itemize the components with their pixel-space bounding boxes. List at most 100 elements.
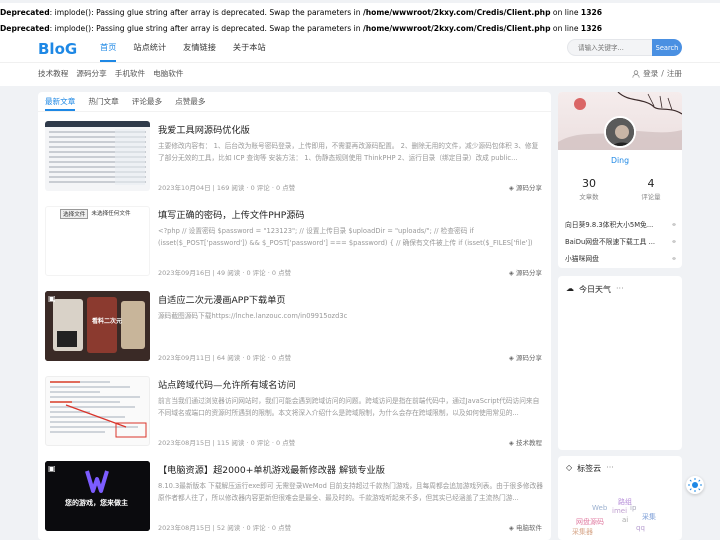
post-category[interactable]: ◈ 源码分享 — [509, 267, 542, 277]
nav-friend-links[interactable]: 友情链接 — [183, 34, 216, 62]
auth-separator: / — [661, 69, 664, 78]
subnav-pc-software[interactable]: 电脑软件 — [153, 63, 183, 85]
tag-item[interactable]: ip — [630, 504, 636, 512]
tag-item[interactable]: qq — [636, 524, 645, 532]
post-title[interactable]: 【电脑资源】超2000+单机游戏最新修改器 解锁专业版 — [158, 462, 385, 476]
subnav-tutorials[interactable]: 技术教程 — [38, 63, 68, 85]
post-tabs: 最新文章 热门文章 评论最多 点赞最多 — [38, 92, 551, 112]
post-item[interactable]: ▣ 看料二次元 自适应二次元漫画APP下载单页 源码截图源码下载https://… — [38, 291, 551, 376]
sidebar-link[interactable]: 小猫咪网盘 ⚭ — [565, 251, 677, 268]
post-thumbnail[interactable] — [45, 376, 150, 446]
post-list-panel: 最新文章 热门文章 评论最多 点赞最多 我爱工具网源码优化版 主要修改内容有： … — [38, 92, 551, 540]
tag-item[interactable]: 采集器 — [572, 527, 593, 537]
tag-item[interactable]: Web — [592, 504, 607, 512]
category-icon: ◈ — [508, 524, 516, 532]
tag-item[interactable]: ai — [622, 516, 628, 524]
weather-title: 今日天气 — [579, 285, 611, 294]
post-title[interactable]: 自适应二次元漫画APP下载单页 — [158, 292, 286, 306]
tag-item[interactable]: imei — [612, 507, 627, 515]
tag-icon: ◇ — [566, 463, 573, 472]
sidebar-link[interactable]: BaiDu网盘不限速下载工具 ... ⚭ — [565, 234, 677, 251]
post-meta: 2023年09月16日 | 49 阅读 · 0 评论 · 0 点赞 — [158, 269, 292, 277]
tab-latest[interactable]: 最新文章 — [45, 92, 76, 111]
tag-cloud-widget: ◇ 标签云 ··· 路组 Web 采集 网盘源码 imei ai 采集器 qq ip — [558, 456, 682, 540]
weather-widget: ☁ 今日天气 ··· — [558, 276, 682, 450]
wemod-logo-image — [45, 461, 150, 531]
post-meta: 2023年09月11日 | 64 阅读 · 0 评论 · 0 点赞 — [158, 354, 292, 362]
post-meta: 2023年10月04日 | 169 阅读 · 0 评论 · 0 点赞 — [158, 184, 296, 192]
manga-app-image — [45, 291, 150, 361]
profile-name[interactable]: Ding — [558, 156, 682, 165]
post-title[interactable]: 我爱工具网源码优化版 — [158, 122, 250, 136]
register-link[interactable]: 注册 — [667, 63, 682, 85]
nav-about[interactable]: 关于本站 — [233, 34, 266, 62]
tab-hot[interactable]: 热门文章 — [88, 92, 118, 111]
profile-card: Ding 30 文章数 4 评论量 向日葵9.8.3体积大小5M免... ⚭ BaiD… — [558, 92, 682, 268]
post-excerpt: 源码截图源码下载https://lnche.lanzouc.com/in0991… — [158, 312, 348, 320]
logo-text: BloG — [38, 40, 77, 58]
post-title[interactable]: 填写正确的密码，上传文件PHP源码 — [158, 207, 305, 221]
category-icon: ◈ — [508, 439, 516, 447]
tab-most-likes[interactable]: 点赞最多 — [175, 92, 205, 111]
stat-articles: 30 文章数 — [579, 177, 599, 201]
post-category[interactable]: ◈ 源码分享 — [509, 182, 542, 192]
more-icon[interactable]: ··· — [606, 463, 614, 474]
tag-item[interactable]: 网盘源码 — [576, 517, 604, 527]
search-button[interactable]: Search — [652, 39, 682, 56]
post-thumbnail[interactable]: 选择文件 未选择任何文件 — [45, 206, 150, 276]
user-icon — [632, 70, 640, 78]
image-icon: ▣ — [48, 464, 56, 473]
thumb-caption: 您的游戏，您来做主 — [65, 499, 128, 507]
post-item[interactable]: 选择文件 未选择任何文件 填写正确的密码，上传文件PHP源码 <?php // 设… — [38, 206, 551, 291]
avatar[interactable] — [604, 116, 636, 148]
sidebar-link-list: 向日葵9.8.3体积大小5M免... ⚭ BaiDu网盘不限速下载工具 ... ⚭ … — [565, 217, 677, 268]
post-meta: 2023年08月15日 | 52 阅读 · 0 评论 · 0 点赞 — [158, 524, 292, 532]
post-excerpt: <?php // 设置密码 $password = "123123"; // 设… — [158, 227, 533, 247]
link-icon: ⚭ — [671, 255, 677, 263]
post-thumbnail[interactable]: ▣ 您的游戏，您来做主 — [45, 461, 150, 531]
search-box: Search — [567, 39, 682, 56]
nav-stats[interactable]: 站点统计 — [133, 34, 166, 62]
code-screenshot-image — [50, 381, 147, 438]
tagcloud-title: 标签云 — [577, 464, 602, 473]
post-meta: 2023年08月15日 | 115 阅读 · 0 评论 · 0 点赞 — [158, 439, 296, 447]
post-item[interactable]: ▣ 您的游戏，您来做主 【电脑资源】超2000+单机游戏最新修改器 解锁专业版 … — [38, 461, 551, 540]
theme-toggle-button[interactable] — [686, 476, 704, 494]
post-category[interactable]: ◈ 电脑软件 — [509, 522, 542, 532]
post-category[interactable]: ◈ 技术教程 — [509, 437, 542, 447]
sub-nav: 技术教程 源码分享 手机软件 电脑软件 登录 / 注册 — [0, 62, 720, 86]
subnav-source-share[interactable]: 源码分享 — [76, 63, 106, 85]
table-screenshot-image — [45, 121, 150, 185]
post-category[interactable]: ◈ 源码分享 — [509, 352, 542, 362]
post-excerpt: 主要修改内容有： 1、后台改为账号密码登录，上传即用，不需要再改源码配置。 2、… — [158, 142, 539, 162]
post-item[interactable]: 我爱工具网源码优化版 主要修改内容有： 1、后台改为账号密码登录，上传即用，不需… — [38, 121, 551, 206]
main-nav: 首页 站点统计 友情链接 关于本站 — [100, 34, 283, 62]
category-icon: ◈ — [508, 354, 516, 362]
post-thumbnail[interactable]: ▣ 看料二次元 — [45, 291, 150, 361]
header: BloG 首页 站点统计 友情链接 关于本站 Search — [0, 34, 720, 62]
category-icon: ◈ — [508, 184, 516, 192]
stat-comments: 4 评论量 — [641, 177, 661, 201]
link-icon: ⚭ — [671, 221, 677, 229]
profile-stats: 30 文章数 4 评论量 — [558, 177, 682, 205]
post-item[interactable]: 站点跨域代码—允许所有域名访问 前言当我们通过浏览器访问网站时，我们可能会遇到跨… — [38, 376, 551, 461]
link-icon: ⚭ — [671, 238, 677, 246]
tag-item[interactable]: 采集 — [642, 512, 656, 522]
more-icon[interactable]: ··· — [616, 284, 624, 295]
login-link[interactable]: 登录 — [643, 63, 658, 85]
post-excerpt: 前言当我们通过浏览器访问网站时，我们可能会遇到跨域访问的问题。跨域访问是指在前端… — [158, 397, 540, 417]
search-input[interactable] — [567, 39, 652, 56]
tab-most-comments[interactable]: 评论最多 — [132, 92, 162, 111]
category-icon: ◈ — [508, 269, 516, 277]
nav-home[interactable]: 首页 — [100, 34, 117, 62]
subnav-mobile-software[interactable]: 手机软件 — [115, 63, 145, 85]
sun-icon — [688, 478, 702, 492]
file-input-preview: 选择文件 未选择任何文件 — [60, 209, 131, 219]
post-title[interactable]: 站点跨域代码—允许所有域名访问 — [158, 377, 296, 391]
post-thumbnail[interactable] — [45, 121, 150, 191]
sidebar-link[interactable]: 向日葵9.8.3体积大小5M免... ⚭ — [565, 217, 677, 234]
image-icon: ▣ — [48, 294, 56, 303]
site-logo[interactable]: BloG — [38, 38, 83, 58]
auth-links: 登录 / 注册 — [632, 63, 682, 85]
cloud-icon: ☁ — [566, 284, 574, 293]
